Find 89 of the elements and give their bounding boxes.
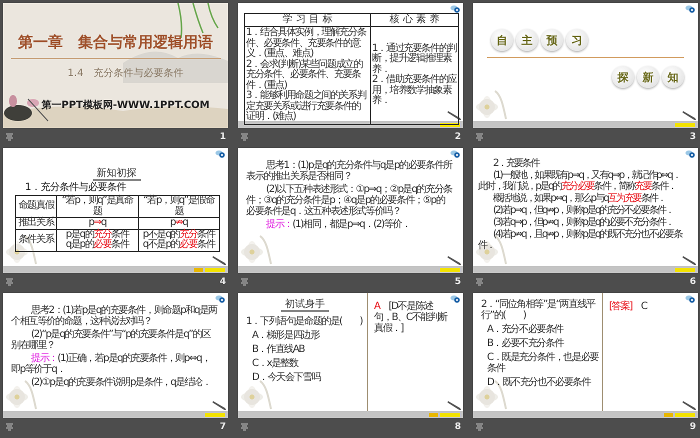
option-text: D．既不充分也不必要条件 bbox=[487, 377, 590, 388]
heading-character: 主 bbox=[516, 29, 538, 51]
paragraph: (1)一般地，如果既有p⇒q，又有q⇒p，就记作p⇔q．此时，我们说，p是q的充分必要条件，简称充要条件． bbox=[478, 170, 681, 192]
heading-character: 预 bbox=[541, 29, 563, 51]
heading-character: 新 bbox=[637, 66, 659, 88]
pen-icon bbox=[212, 255, 226, 265]
paragraph: (3)若q⇒p，但p⇏q，则称p是q的必要不充分条件． bbox=[492, 217, 674, 228]
answer-text: A [D不是陈述句，B、C不能判断真假．] bbox=[374, 301, 449, 334]
badge-icon bbox=[685, 150, 695, 158]
slide-number: 6 bbox=[690, 276, 696, 286]
badge-icon bbox=[685, 295, 695, 303]
slide-title: 第一章 集合与常用逻辑用语 bbox=[18, 33, 213, 52]
option-text: B．必要不充分条件 bbox=[487, 338, 564, 349]
objective-text: 2．借助充要条件的应用，培养数学抽象素养． bbox=[372, 75, 457, 107]
paragraph: (2)以下五种表述形式：①p⇒q；②p是q的充分条件；③q的充分条件是p；④q是p的必要条件；⑤p的必要条件是q．这五种表述形式等价吗？ bbox=[246, 184, 453, 217]
pen-icon bbox=[682, 255, 696, 265]
slide-thumbnail[interactable]: 2．充要条件 (1)一般地，如果既有p⇒q，又有q⇒p，就记作p⇔q．此时，我们说，p是q的充分必要条件，简称充要条件． 概括地说，如果p⇔q，那么p与q互为充要条件． (2)若p⇒q，但q⇏p，则称p是q的充分不必要条件． (3)若q⇒p，但p⇏q，则称p是q的必要不充分条件． (4)若p⇏q，且q⇏p，则称p是q的既不充分也不必要条件． bbox=[473, 148, 698, 273]
slide-thumbnail[interactable]: 思考2：(1)若p是q的充要条件，则命题p和q是两个相互等价的命题，这种说法对吗？ (2)“p是q的充要条件”与“p的充要条件是q”的区别在哪里？ 提示：(1)正确，若p是q的充要条件，则p⇔q，即p等价于q． (2)①p是q的充要条件说明p是条件，q是结论． bbox=[3, 293, 228, 418]
pen-icon bbox=[447, 400, 461, 410]
slide-thumbnail[interactable]: 自 主 预 习 探 新 知 bbox=[473, 3, 698, 128]
slide-subtitle: 1.4 充分条件与必要条件 bbox=[68, 66, 184, 80]
transition-icon bbox=[240, 132, 249, 140]
objective-text: 1．结合具体实例，理解充分条件、必要条件、充要条件的意义．(重点、难点) bbox=[246, 28, 368, 59]
column-heading: 核 心 素 养 bbox=[371, 14, 458, 27]
paragraph: 提示：(1)相同，都是p⇒q．(2)等价． bbox=[265, 219, 412, 230]
slide-number: 1 bbox=[220, 132, 226, 142]
pen-icon bbox=[682, 110, 696, 120]
paragraph: (2)“p是q的充要条件”与“p的充要条件是q”的区别在哪里？ bbox=[11, 329, 212, 351]
transition-icon bbox=[475, 422, 484, 430]
slide-number: 3 bbox=[690, 132, 696, 142]
badge-icon bbox=[215, 295, 225, 303]
heading-character: 自 bbox=[491, 29, 513, 51]
option-text: B．作直线AB bbox=[252, 344, 304, 355]
transition-icon bbox=[5, 278, 14, 286]
paragraph: 概括地说，如果p⇔q，那么p与q互为充要条件． bbox=[492, 193, 666, 204]
badge-icon bbox=[450, 150, 460, 158]
table-cell: 命题真假 bbox=[16, 196, 56, 218]
slide-number: 9 bbox=[690, 422, 696, 432]
pen-icon bbox=[212, 400, 226, 410]
slide-thumbnail[interactable]: 第一章 集合与常用逻辑用语 1.4 充分条件与必要条件 第一PPT模板网-WWW.1PPT.COM bbox=[3, 3, 228, 128]
pen-icon bbox=[447, 255, 461, 265]
website-text: 第一PPT模板网-WWW.1PPT.COM bbox=[41, 98, 210, 112]
pen-icon bbox=[447, 110, 461, 120]
nav-button[interactable] bbox=[440, 122, 460, 126]
answer-text: [答案] C bbox=[609, 301, 648, 312]
badge-icon bbox=[685, 5, 695, 13]
section-tag: 初试身手 bbox=[281, 299, 329, 312]
paragraph: (2)若p⇒q，但q⇏p，则称p是q的充分不必要条件． bbox=[492, 205, 674, 216]
objective-text: 3．能够利用命题之间的关系判定充要关系或进行充要条件的证明．(难点) bbox=[246, 91, 368, 122]
slide-number: 5 bbox=[454, 276, 461, 286]
transition-icon bbox=[5, 422, 14, 430]
pen-icon bbox=[682, 400, 696, 410]
transition-icon bbox=[240, 278, 249, 286]
paragraph: 思考1：(1)p是q的充分条件与q是p的必要条件所表示的推出关系是否相同？ bbox=[246, 160, 453, 182]
transition-icon bbox=[475, 132, 484, 140]
option-text: C．x是整数 bbox=[252, 358, 298, 369]
objective-text: 1．通过充要条件的判断，提升逻辑推理素养． bbox=[372, 44, 457, 75]
heading-character: 知 bbox=[662, 66, 684, 88]
question-text: 1．下列语句是命题的是( ) bbox=[246, 316, 362, 327]
paragraph: 思考2：(1)若p是q的充要条件，则命题p和q是两个相互等价的命题，这种说法对吗？ bbox=[11, 305, 218, 327]
section-heading: 1．充分条件与必要条件 bbox=[25, 182, 126, 193]
slide-number: 4 bbox=[220, 276, 226, 286]
badge-icon bbox=[450, 5, 460, 13]
slide-number: 7 bbox=[220, 422, 226, 432]
slide-number: 8 bbox=[454, 422, 461, 432]
paragraph: 2．充要条件 bbox=[492, 158, 540, 169]
paragraph: 提示：(1)正确，若p是q的充要条件，则p⇔q，即p等价于q． bbox=[11, 353, 212, 375]
transition-icon bbox=[240, 422, 249, 430]
heading-character: 习 bbox=[566, 29, 588, 51]
transition-icon bbox=[475, 278, 484, 286]
option-text: A．充分不必要条件 bbox=[487, 324, 564, 335]
option-text: A．梯形是四边形 bbox=[252, 330, 320, 341]
slide-number: 2 bbox=[454, 132, 461, 142]
transition-icon bbox=[5, 132, 14, 140]
column-heading: 学 习 目 标 bbox=[245, 14, 370, 27]
badge-icon bbox=[450, 295, 460, 303]
question-text: 2．“同位角相等”是“两直线平行”的( ) bbox=[481, 299, 596, 321]
table-cell: p⇒q bbox=[56, 218, 138, 229]
objective-text: 2．会求(判断)某些问题成立的充分条件、必要条件、充要条件．(重点) bbox=[246, 60, 363, 90]
heading-character: 探 bbox=[612, 66, 634, 88]
paragraph: (2)①p是q的充要条件说明p是条件，q是结论． bbox=[30, 377, 212, 388]
paragraph: (4)若p⇏q，且q⇏p，则称p是q的既不充分也不必要条件． bbox=[478, 229, 684, 251]
slide-thumbnail[interactable]: 思考1：(1)p是q的充分条件与q是p的必要条件所表示的推出关系是否相同？ (2)以下五种表述形式：①p⇒q；②p是q的充分条件；③q的充分条件是p；④q是p的必要条件；⑤p的必要条件是q．这五种表述形式等价吗？ 提示：(1)相同，都是p⇒q．(2)等价． bbox=[238, 148, 463, 273]
option-text: D．今天会下雪吗 bbox=[252, 372, 320, 383]
option-text: C．既是充分条件，也是必要条件 bbox=[487, 352, 599, 374]
table-cell: 条件关系 bbox=[16, 229, 56, 251]
badge-icon bbox=[215, 150, 225, 158]
table-cell: p⇏q bbox=[138, 218, 220, 229]
section-tag: 新知初探 bbox=[92, 168, 140, 181]
